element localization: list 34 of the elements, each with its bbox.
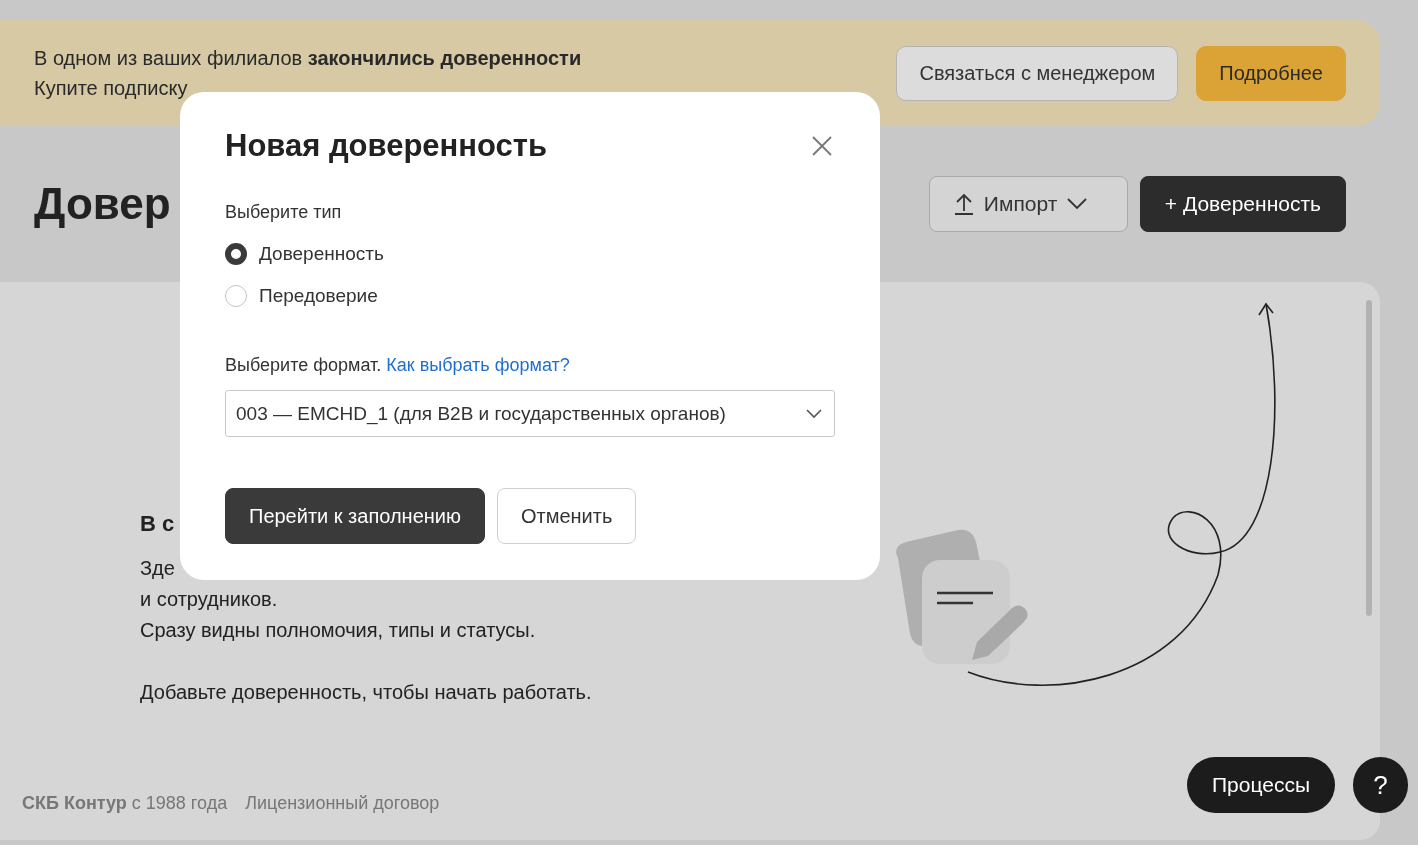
import-button[interactable]: Импорт <box>928 176 1128 232</box>
upload-icon <box>953 193 974 215</box>
proceed-button[interactable]: Перейти к заполнению <box>225 488 485 544</box>
radio-option[interactable]: Передоверие <box>225 285 835 307</box>
copyright-text: СКБ Контур с 1988 года <box>22 793 228 814</box>
close-icon[interactable] <box>812 136 832 156</box>
chevron-down-icon <box>1067 198 1088 210</box>
radio-option[interactable]: Доверенность <box>225 243 835 265</box>
cancel-button[interactable]: Отменить <box>497 488 637 544</box>
format-select[interactable]: 003 — EMCHD_1 (для B2B и государственных органов) <box>225 390 835 437</box>
radio-label: Доверенность <box>259 243 384 265</box>
empty-state-text: Зде <box>140 556 175 581</box>
add-power-of-attorney-button[interactable]: + Доверенность <box>1139 176 1346 232</box>
import-label: Импорт <box>983 192 1058 216</box>
empty-state-text: и сотрудников. <box>140 587 278 612</box>
scrollbar[interactable] <box>1366 300 1372 616</box>
banner-title: В одном из ваших филиалов закончились доверенности <box>34 46 582 71</box>
document-pencil-icon <box>896 529 1028 664</box>
radio-button[interactable] <box>225 243 247 265</box>
help-button[interactable]: ? <box>1353 757 1408 813</box>
chevron-down-icon <box>806 408 822 419</box>
empty-state-text: Сразу видны полномочия, типы и статусы. <box>140 618 536 643</box>
format-label: Выберите формат. <box>225 355 382 376</box>
page-title: Довер <box>34 179 171 229</box>
type-label: Выберите тип <box>225 202 343 223</box>
empty-state-title: В с <box>140 510 175 538</box>
dialog-title: Новая доверенность <box>225 128 548 164</box>
banner-text: Купите подписку <box>34 76 189 101</box>
contact-manager-button[interactable]: Связаться с менеджером <box>896 45 1179 101</box>
more-button[interactable]: Подробнее <box>1196 45 1346 101</box>
radio-label: Передоверие <box>259 285 378 307</box>
format-help-link[interactable]: Как выбрать формат? <box>386 355 570 376</box>
processes-button[interactable]: Процессы <box>1187 757 1335 813</box>
empty-state-text: Добавьте доверенность, чтобы начать работать. <box>140 680 592 705</box>
